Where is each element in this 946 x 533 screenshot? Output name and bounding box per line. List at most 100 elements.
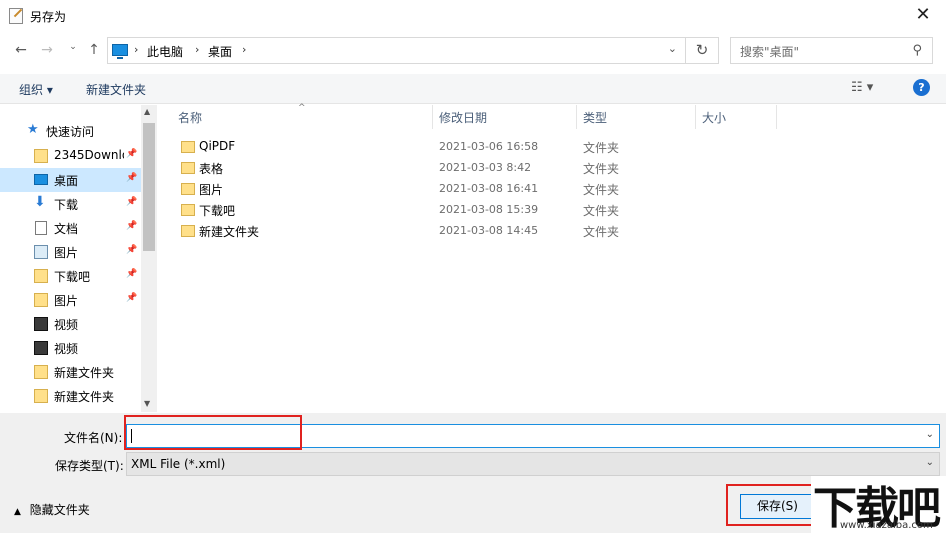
- folder-icon: [34, 293, 48, 307]
- file-name: QiPDF: [199, 139, 236, 153]
- help-icon[interactable]: ?: [913, 79, 930, 96]
- column-header-type[interactable]: 类型: [583, 109, 607, 126]
- navigation-pane[interactable]: ★ 快速访问 2345Downloa 📌 桌面 📌 ⬇ 下载 📌 文档 📌 图片…: [0, 105, 157, 412]
- pin-icon: 📌: [126, 245, 138, 255]
- close-button[interactable]: ✕: [900, 0, 946, 32]
- notepad-icon: [9, 8, 23, 24]
- sidebar-item-label: 桌面: [54, 174, 79, 188]
- sidebar-item-xiazaiba[interactable]: 下载吧 📌: [0, 264, 141, 288]
- star-icon: ★: [27, 122, 39, 137]
- filetype-label: 保存类型(T):: [55, 459, 124, 473]
- folder-icon: [181, 183, 195, 195]
- sidebar-item-label: 快速访问: [46, 125, 95, 139]
- sidebar-item-videos-2[interactable]: 视频: [0, 336, 141, 360]
- highlight-box-filename: [124, 415, 302, 450]
- folder-icon: [181, 225, 195, 237]
- organize-button[interactable]: 组织 ▾: [19, 81, 53, 98]
- scrollbar-thumb[interactable]: [143, 123, 155, 251]
- file-name: 图片: [199, 183, 224, 197]
- sidebar-item-pictures-folder[interactable]: 图片 📌: [0, 288, 141, 312]
- search-input[interactable]: 搜索"桌面" ⚲: [730, 37, 933, 64]
- column-header-name[interactable]: 名称: [178, 109, 202, 126]
- download-icon: ⬇: [34, 194, 46, 210]
- breadcrumb-separator-icon: ›: [134, 43, 139, 56]
- refresh-button[interactable]: ↻: [686, 37, 719, 64]
- picture-icon: [34, 245, 48, 259]
- folder-icon: [181, 162, 195, 174]
- file-type: 文件夹: [583, 162, 620, 176]
- new-folder-button[interactable]: 新建文件夹: [86, 81, 146, 98]
- address-bar[interactable]: › 此电脑 › 桌面 › ⌄: [107, 37, 686, 64]
- sidebar-item-label: 视频: [54, 342, 79, 356]
- sidebar-item-label: 新建文件夹: [54, 390, 115, 404]
- title-bar: 另存为 ✕: [0, 0, 946, 32]
- breadcrumb-desktop[interactable]: 桌面: [208, 43, 232, 60]
- scroll-up-icon[interactable]: ▲: [144, 107, 150, 116]
- folder-icon: [34, 365, 48, 379]
- folder-icon: [34, 149, 48, 163]
- chevron-up-icon: ▲: [14, 507, 21, 517]
- sidebar-item-new-folder[interactable]: 新建文件夹: [0, 360, 141, 384]
- up-arrow-icon[interactable]: ↑: [84, 42, 104, 58]
- scroll-down-icon[interactable]: ▼: [144, 399, 150, 408]
- file-date: 2021-03-06 16:58: [439, 140, 539, 153]
- back-arrow-icon[interactable]: ←: [11, 42, 31, 58]
- column-header-date[interactable]: 修改日期: [439, 109, 487, 126]
- table-row[interactable]: 下载吧 2021-03-08 15:39 文件夹: [178, 199, 778, 220]
- sidebar-item-desktop[interactable]: 桌面 📌: [0, 168, 141, 192]
- file-list[interactable]: ^ 名称 修改日期 类型 大小 QiPDF 2021-03-06 16:58 文…: [162, 103, 946, 412]
- command-bar: 组织 ▾ 新建文件夹 ☷ ▾ ?: [0, 74, 946, 104]
- pin-icon: 📌: [126, 173, 138, 183]
- sidebar-item-pictures[interactable]: 图片 📌: [0, 240, 141, 264]
- sidebar-item-label: 图片: [54, 246, 79, 260]
- file-type: 文件夹: [583, 141, 620, 155]
- sidebar-item-downloads[interactable]: ⬇ 下载 📌: [0, 192, 141, 216]
- column-divider[interactable]: [776, 105, 777, 129]
- sidebar-item-new-folder-2[interactable]: 新建文件夹: [0, 384, 141, 408]
- forward-arrow-icon[interactable]: →: [37, 42, 57, 58]
- breadcrumb-separator-icon: ›: [195, 43, 200, 56]
- recent-chevron-icon[interactable]: ⌄: [63, 42, 83, 52]
- file-type: 文件夹: [583, 225, 620, 239]
- folder-icon: [181, 204, 195, 216]
- column-header-size[interactable]: 大小: [702, 109, 726, 126]
- watermark-logo: 下载吧 www.xiazaiba.com: [811, 476, 946, 533]
- sidebar-item-videos[interactable]: 视频: [0, 312, 141, 336]
- column-divider[interactable]: [576, 105, 577, 129]
- sidebar-item-label: 下载吧: [54, 270, 91, 284]
- sort-ascending-icon: ^: [298, 103, 306, 113]
- view-options-icon[interactable]: ☷ ▾: [851, 80, 873, 95]
- video-icon: [34, 317, 48, 331]
- table-row[interactable]: 新建文件夹 2021-03-08 14:45 文件夹: [178, 220, 778, 241]
- search-icon: ⚲: [912, 43, 922, 58]
- chevron-down-icon[interactable]: ⌄: [926, 457, 934, 468]
- sidebar-item-label: 新建文件夹: [54, 366, 115, 380]
- pin-icon: 📌: [126, 197, 138, 207]
- file-date: 2021-03-08 15:39: [439, 203, 539, 216]
- table-row[interactable]: QiPDF 2021-03-06 16:58 文件夹: [178, 136, 778, 157]
- breadcrumb-separator-icon: ›: [242, 43, 247, 56]
- folder-icon: [34, 269, 48, 283]
- search-placeholder: 搜索"桌面": [740, 45, 800, 59]
- hide-folders-toggle[interactable]: ▲ 隐藏文件夹: [14, 501, 90, 518]
- sidebar-item-documents[interactable]: 文档 📌: [0, 216, 141, 240]
- table-row[interactable]: 图片 2021-03-08 16:41 文件夹: [178, 178, 778, 199]
- sidebar-scrollbar[interactable]: ▲ ▼: [141, 105, 157, 412]
- table-row[interactable]: 表格 2021-03-03 8:42 文件夹: [178, 157, 778, 178]
- window-title: 另存为: [30, 10, 67, 24]
- sidebar-item-label: 视频: [54, 318, 79, 332]
- column-divider[interactable]: [695, 105, 696, 129]
- folder-icon: [181, 141, 195, 153]
- breadcrumb-this-pc[interactable]: 此电脑: [147, 43, 183, 60]
- chevron-down-icon[interactable]: ⌄: [668, 42, 677, 55]
- pin-icon: 📌: [126, 293, 138, 303]
- column-divider[interactable]: [432, 105, 433, 129]
- chevron-down-icon[interactable]: ⌄: [926, 429, 934, 440]
- filetype-value: XML File (*.xml): [131, 457, 226, 471]
- file-date: 2021-03-03 8:42: [439, 161, 532, 174]
- file-date: 2021-03-08 16:41: [439, 182, 539, 195]
- pin-icon: 📌: [126, 149, 138, 159]
- folder-icon: [34, 389, 48, 403]
- sidebar-item-2345downloads[interactable]: 2345Downloa 📌: [0, 144, 141, 168]
- sidebar-item-quick-access[interactable]: ★ 快速访问: [0, 119, 141, 143]
